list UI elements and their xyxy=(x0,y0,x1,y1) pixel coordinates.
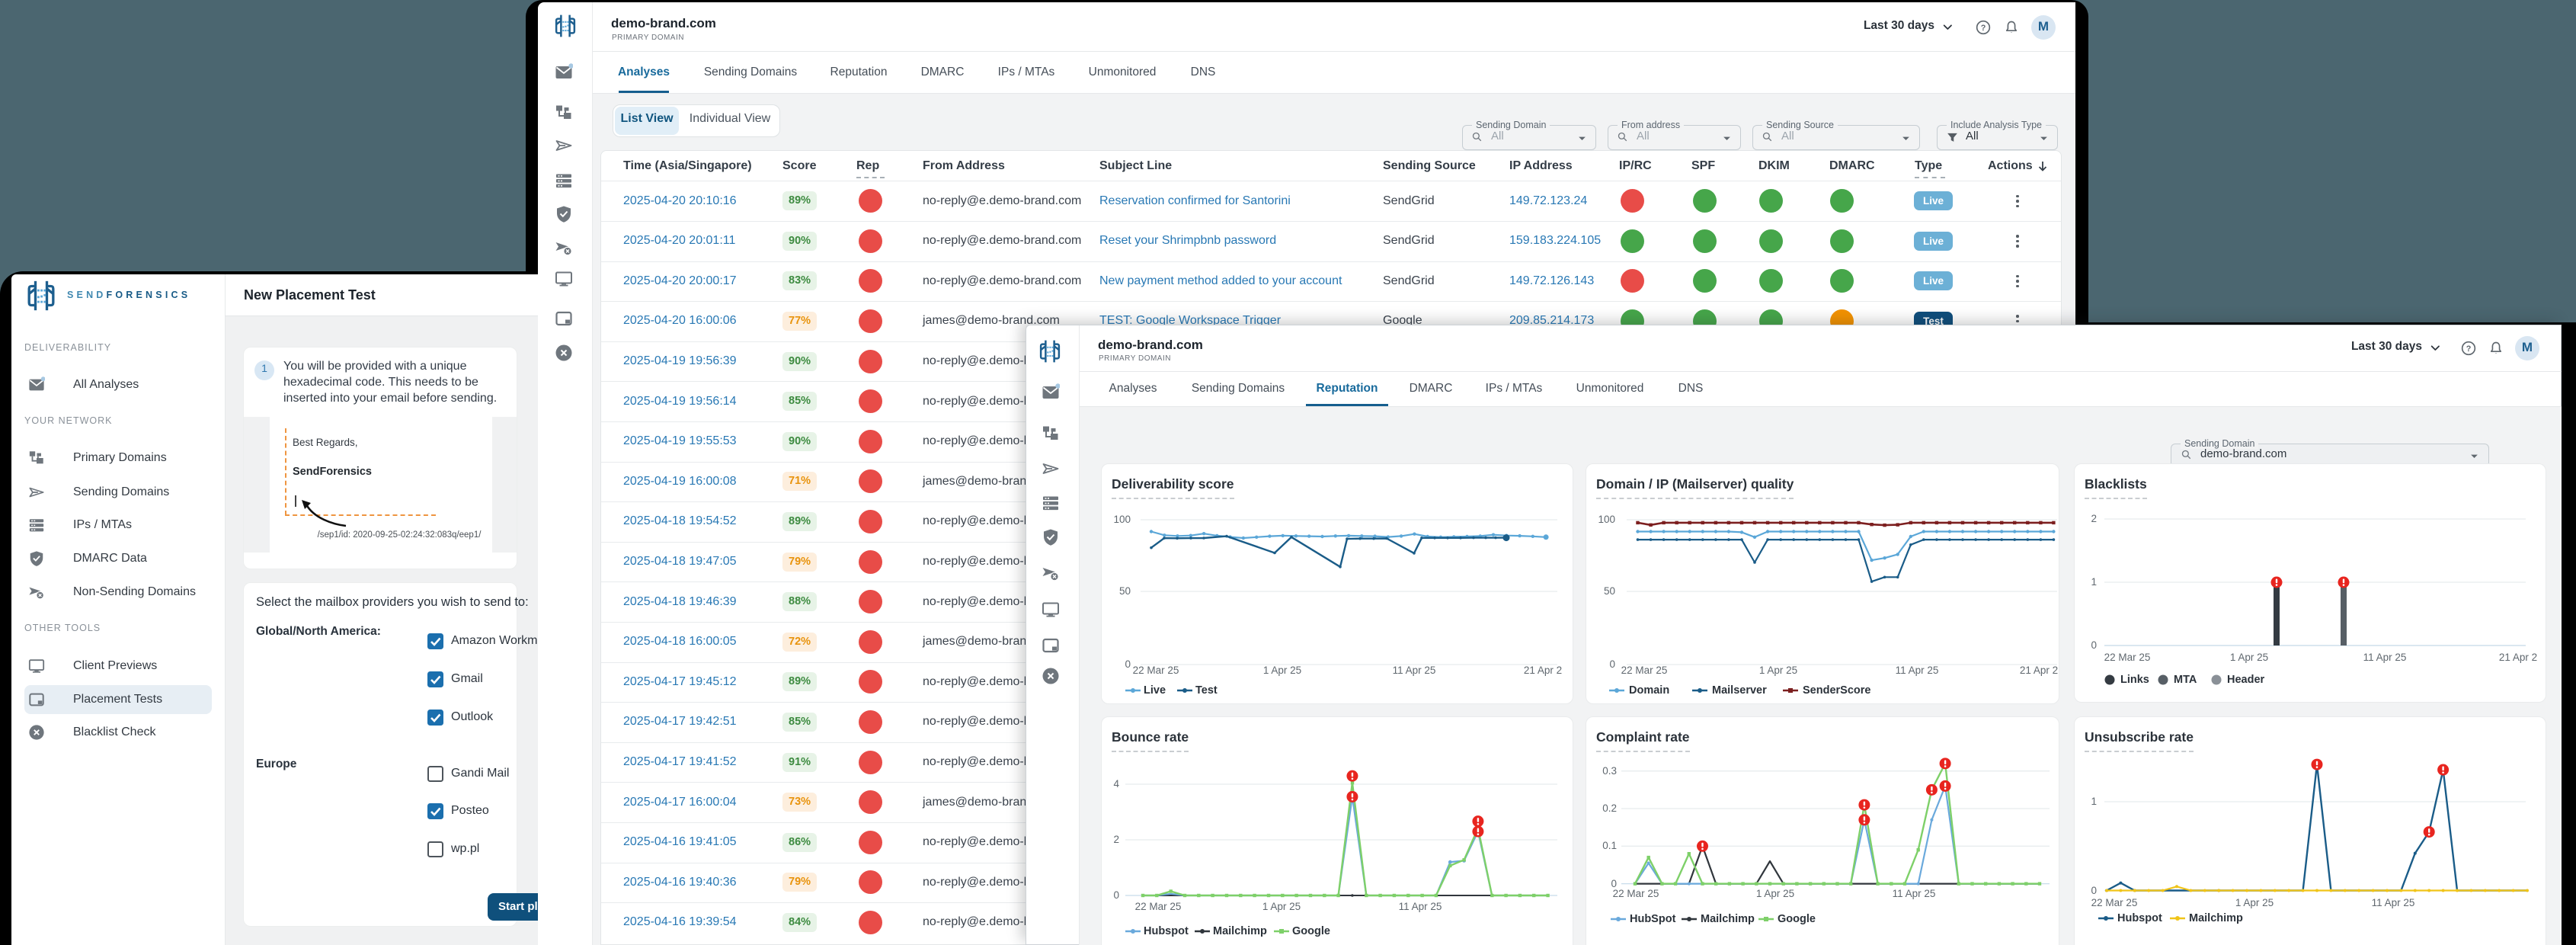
svg-text:?: ? xyxy=(1981,24,1986,33)
svg-text:?: ? xyxy=(2466,344,2472,354)
